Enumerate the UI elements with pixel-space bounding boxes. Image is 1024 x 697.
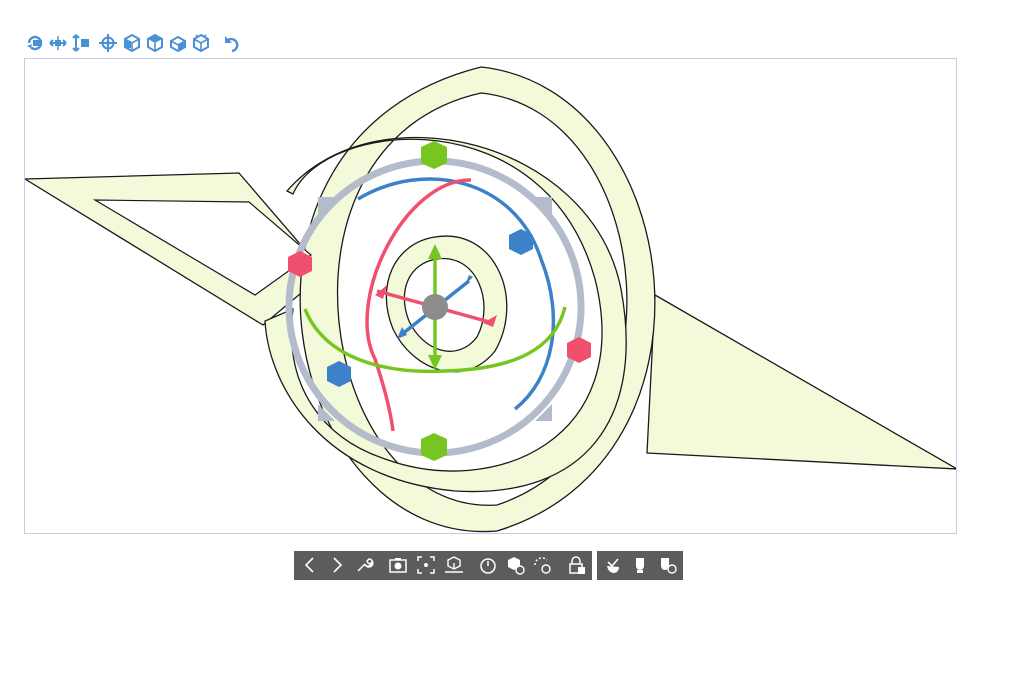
lock-icon[interactable] bbox=[566, 554, 588, 576]
camera-icon[interactable] bbox=[387, 554, 409, 576]
3d-model bbox=[25, 66, 956, 533]
side-view-icon[interactable] bbox=[169, 33, 187, 53]
pan-horizontal-icon[interactable] bbox=[49, 33, 67, 53]
timer-icon[interactable] bbox=[477, 554, 499, 576]
place-on-ground-icon[interactable] bbox=[443, 554, 465, 576]
hand-settings-icon[interactable] bbox=[656, 554, 678, 576]
fit-screen-icon[interactable] bbox=[415, 554, 437, 576]
top-view-icon[interactable] bbox=[146, 33, 164, 53]
rotate-view-icon[interactable] bbox=[26, 33, 44, 53]
model-canvas[interactable] bbox=[25, 59, 957, 534]
3d-viewport[interactable] bbox=[24, 58, 957, 534]
undo-icon[interactable] bbox=[223, 33, 241, 53]
previous-icon[interactable] bbox=[299, 554, 321, 576]
next-icon[interactable] bbox=[326, 554, 348, 576]
front-view-icon[interactable] bbox=[123, 33, 141, 53]
hand-toolbar bbox=[597, 551, 683, 580]
hand-pose-icon[interactable] bbox=[602, 554, 624, 576]
pan-vertical-icon[interactable] bbox=[72, 33, 90, 53]
view-toolbar bbox=[26, 33, 256, 53]
rotate-settings-icon[interactable] bbox=[531, 554, 553, 576]
model-settings-icon[interactable] bbox=[504, 554, 526, 576]
perspective-view-icon[interactable] bbox=[192, 33, 210, 53]
hand-light-icon[interactable] bbox=[629, 554, 651, 576]
center-target-icon[interactable] bbox=[99, 33, 117, 53]
bottom-toolbar bbox=[294, 551, 592, 580]
wrench-icon[interactable] bbox=[353, 554, 375, 576]
